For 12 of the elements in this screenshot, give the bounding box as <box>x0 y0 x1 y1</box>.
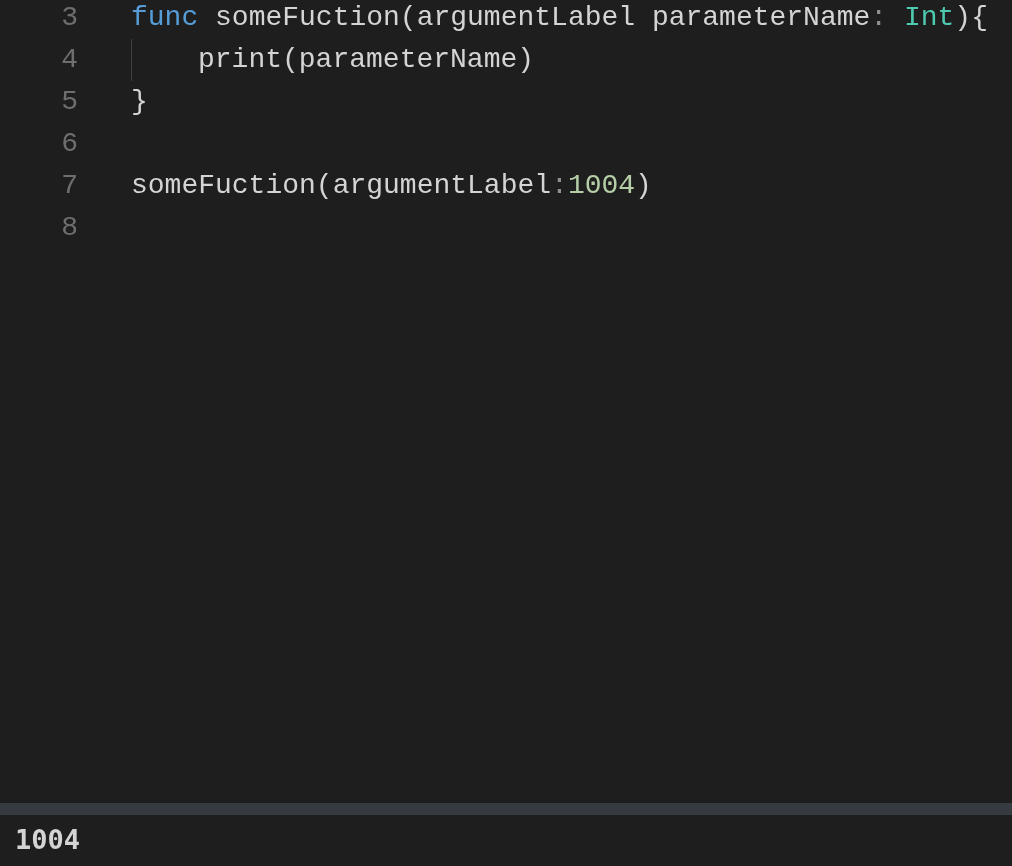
code-line: func someFuction(argumentLabel parameterName: Int){ <box>131 1 988 35</box>
line-number: 8 <box>60 211 78 245</box>
indent-guide <box>131 39 132 81</box>
code-line: } <box>131 85 148 119</box>
line-number: 3 <box>60 1 78 35</box>
code-line: print(parameterName) <box>198 43 535 77</box>
console-output: 1004 <box>15 823 81 858</box>
code-line: someFuction(argumentLabel:1004) <box>131 169 652 203</box>
line-number: 5 <box>60 85 78 119</box>
line-number: 4 <box>60 43 78 77</box>
line-number: 6 <box>60 127 78 161</box>
line-number: 7 <box>60 169 78 203</box>
